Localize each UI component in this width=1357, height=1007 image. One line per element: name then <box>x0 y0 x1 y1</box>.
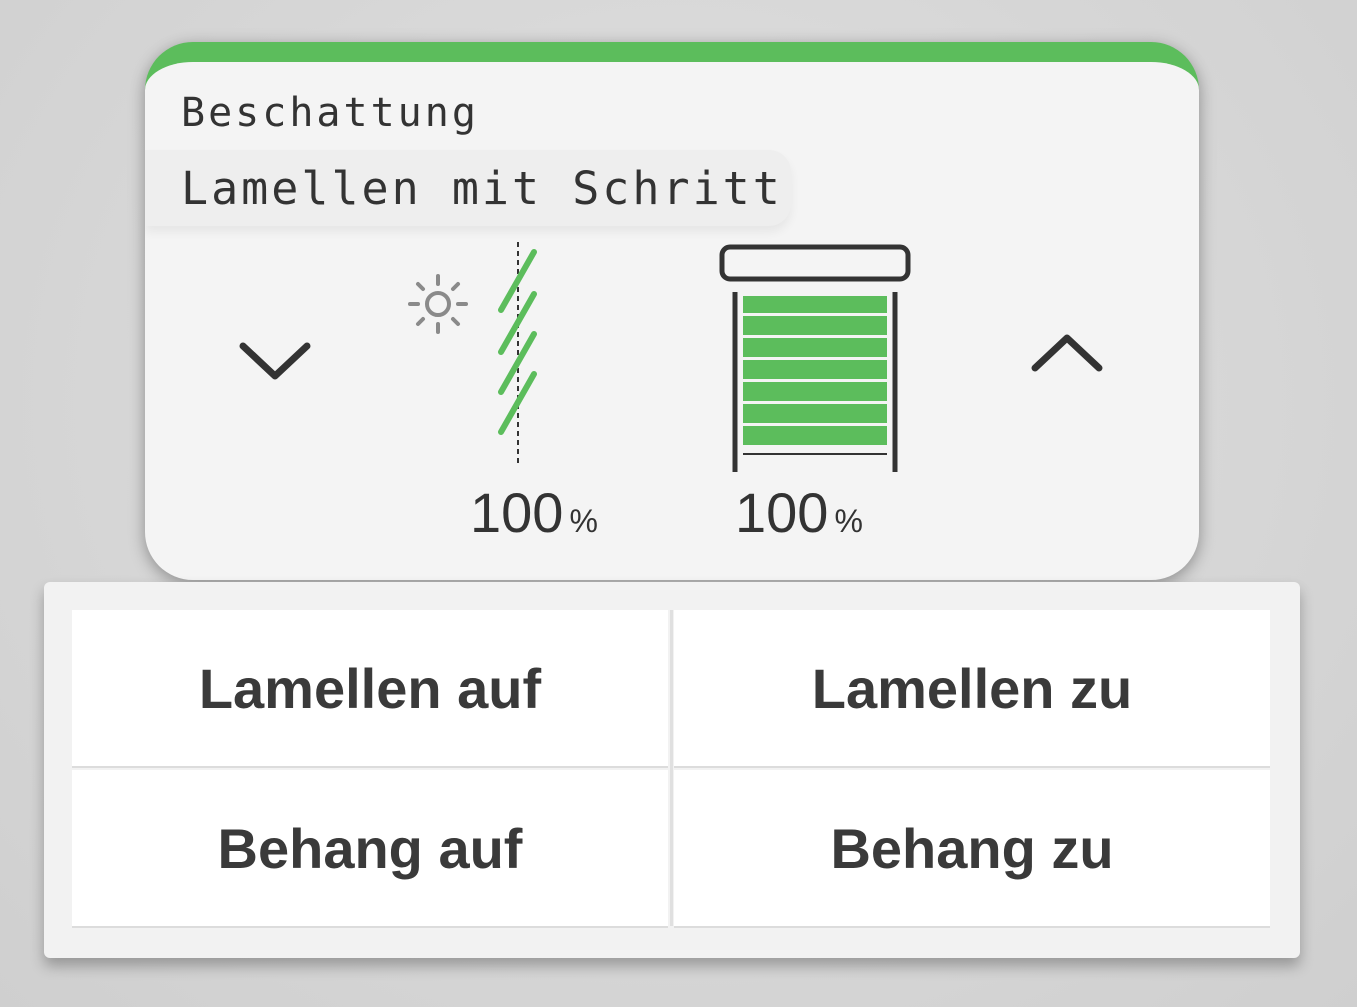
card-title: Beschattung <box>181 90 479 136</box>
shutter-icon <box>715 244 915 474</box>
shading-card: Beschattung Lamellen mit Schritt 100 % 1… <box>145 42 1199 580</box>
card-subtitle: Lamellen mit Schritt <box>181 162 783 215</box>
chevron-up-icon[interactable] <box>1027 324 1107 384</box>
blind-open-button[interactable]: Behang auf <box>72 770 668 926</box>
slats-close-button[interactable]: Lamellen zu <box>674 610 1270 766</box>
subtitle-pill: Lamellen mit Schritt <box>145 150 791 226</box>
chevron-down-icon[interactable] <box>235 330 315 390</box>
shutter-value: 100 <box>735 481 829 544</box>
slats-open-button[interactable]: Lamellen auf <box>72 610 668 766</box>
slat-percentage: 100% <box>470 480 598 545</box>
sun-icon <box>408 274 468 334</box>
action-panel: Lamellen auf Lamellen zu Behang auf Beha… <box>44 582 1300 958</box>
blind-close-button[interactable]: Behang zu <box>674 770 1270 926</box>
slat-angle-icon <box>400 242 540 472</box>
shutter-unit: % <box>834 503 863 539</box>
slat-unit: % <box>569 503 598 539</box>
shutter-percentage: 100% <box>735 480 863 545</box>
slat-value: 100 <box>470 481 564 544</box>
panel-divider <box>670 610 673 926</box>
